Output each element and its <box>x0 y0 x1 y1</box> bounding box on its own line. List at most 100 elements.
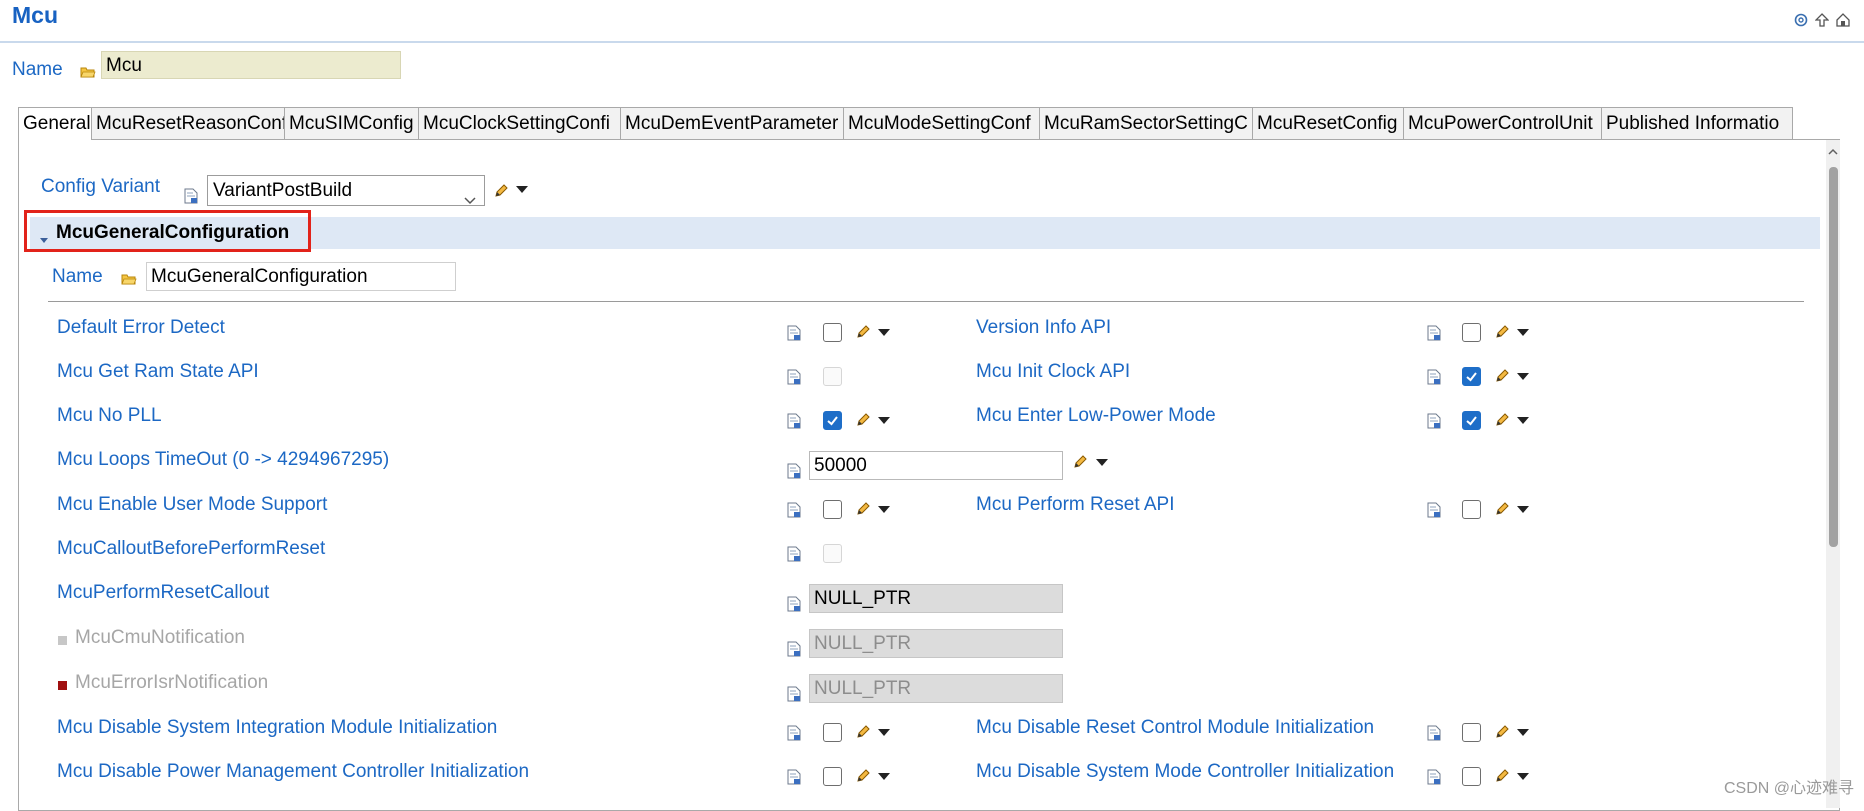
chevron-down-icon <box>464 185 476 214</box>
dropdown-arrow-icon[interactable] <box>516 186 528 194</box>
param-doc-icon[interactable] <box>184 188 198 204</box>
name-field[interactable]: Mcu <box>101 51 401 79</box>
config-variant-value: VariantPostBuild <box>213 180 353 201</box>
tab-mcu-power-control-unit[interactable]: McuPowerControlUnit <box>1403 107 1602 140</box>
dropdown-arrow-icon[interactable] <box>1517 329 1529 337</box>
dropdown-arrow-icon[interactable] <box>1096 459 1108 467</box>
param-doc-icon[interactable] <box>1427 502 1441 518</box>
dropdown-arrow-icon[interactable] <box>878 506 890 514</box>
param-checkbox[interactable] <box>1462 723 1481 742</box>
up-arrow-icon[interactable] <box>1815 12 1829 28</box>
param-doc-icon[interactable] <box>787 463 801 479</box>
pencil-icon[interactable] <box>1495 368 1510 383</box>
tab-general[interactable]: General <box>18 107 92 140</box>
param-text-field[interactable]: 50000 <box>809 451 1063 480</box>
dropdown-arrow-icon[interactable] <box>1517 729 1529 737</box>
param-doc-icon[interactable] <box>1427 369 1441 385</box>
param-checkbox[interactable] <box>823 723 842 742</box>
dropdown-arrow-icon[interactable] <box>1517 373 1529 381</box>
param-checkbox[interactable] <box>823 411 842 430</box>
dropdown-arrow-icon[interactable] <box>1517 506 1529 514</box>
param-doc-icon[interactable] <box>787 596 801 612</box>
tab-mcu-clock-setting-config[interactable]: McuClockSettingConfi <box>418 107 621 140</box>
param-label: McuCmuNotification <box>75 627 245 648</box>
config-variant-label: Config Variant <box>41 176 160 197</box>
section-name-label: Name <box>52 266 103 287</box>
param-doc-icon[interactable] <box>787 325 801 341</box>
tab-mcu-ram-sector-setting[interactable]: McuRamSectorSettingC <box>1039 107 1253 140</box>
param-doc-icon[interactable] <box>787 725 801 741</box>
param-label: McuErrorIsrNotification <box>75 672 269 693</box>
dropdown-arrow-icon[interactable] <box>878 417 890 425</box>
pencil-icon[interactable] <box>856 324 871 339</box>
pencil-icon[interactable] <box>856 768 871 783</box>
param-checkbox[interactable] <box>1462 500 1481 519</box>
folder-icon <box>121 272 137 286</box>
param-checkbox[interactable] <box>1462 411 1481 430</box>
tab-bar: General McuResetReasonConf McuSIMConfig … <box>18 107 1836 140</box>
at-icon[interactable] <box>1794 12 1808 28</box>
param-label: Mcu Init Clock API <box>976 361 1131 382</box>
param-checkbox[interactable] <box>823 323 842 342</box>
param-doc-icon[interactable] <box>787 502 801 518</box>
status-marker <box>58 681 67 690</box>
home-icon[interactable] <box>1836 12 1850 28</box>
param-doc-icon[interactable] <box>787 546 801 562</box>
param-checkbox[interactable] <box>823 767 842 786</box>
section-name-input[interactable]: McuGeneralConfiguration <box>146 262 456 291</box>
param-doc-icon[interactable] <box>787 369 801 385</box>
param-doc-icon[interactable] <box>787 641 801 657</box>
param-doc-icon[interactable] <box>1427 769 1441 785</box>
watermark: CSDN @心迹难寻 <box>1723 780 1854 797</box>
param-doc-icon[interactable] <box>787 769 801 785</box>
param-text-field: NULL_PTR <box>809 674 1063 703</box>
param-doc-icon[interactable] <box>787 686 801 702</box>
dropdown-arrow-icon[interactable] <box>1517 773 1529 781</box>
dropdown-arrow-icon[interactable] <box>878 329 890 337</box>
pencil-icon[interactable] <box>856 724 871 739</box>
param-label: Mcu Disable Reset Control Module Initial… <box>976 717 1375 738</box>
tab-mcu-reset-config[interactable]: McuResetConfig <box>1252 107 1404 140</box>
tab-mcu-mode-setting-conf[interactable]: McuModeSettingConf <box>843 107 1040 140</box>
param-doc-icon[interactable] <box>1427 725 1441 741</box>
dropdown-arrow-icon[interactable] <box>1517 417 1529 425</box>
param-label: Default Error Detect <box>57 317 225 338</box>
pencil-icon[interactable] <box>1073 454 1088 469</box>
pencil-icon[interactable] <box>1495 412 1510 427</box>
param-label: Mcu Disable System Integration Module In… <box>57 717 498 738</box>
param-checkbox[interactable] <box>823 500 842 519</box>
pencil-icon[interactable] <box>856 501 871 516</box>
param-checkbox[interactable] <box>1462 323 1481 342</box>
checkmark-icon <box>1466 372 1477 382</box>
pencil-icon[interactable] <box>1495 768 1510 783</box>
param-doc-icon[interactable] <box>787 413 801 429</box>
pencil-icon[interactable] <box>1495 501 1510 516</box>
tab-mcu-sim-config[interactable]: McuSIMConfig <box>284 107 419 140</box>
dropdown-arrow-icon[interactable] <box>878 729 890 737</box>
tab-published-information[interactable]: Published Informatio <box>1601 107 1793 140</box>
param-checkbox[interactable] <box>1462 767 1481 786</box>
pencil-icon[interactable] <box>1495 724 1510 739</box>
param-label: Mcu No PLL <box>57 405 162 426</box>
status-marker <box>58 636 67 645</box>
param-doc-icon[interactable] <box>1427 413 1441 429</box>
editor-title: Mcu <box>12 2 58 28</box>
scrollbar-thumb[interactable] <box>1829 167 1838 547</box>
tab-mcu-reset-reason-conf[interactable]: McuResetReasonConf <box>91 107 285 140</box>
param-checkbox[interactable] <box>1462 367 1481 386</box>
dropdown-arrow-icon[interactable] <box>878 773 890 781</box>
config-variant-select[interactable]: VariantPostBuild <box>207 175 485 206</box>
param-label: Mcu Enter Low-Power Mode <box>976 405 1216 426</box>
pencil-icon[interactable] <box>494 183 509 198</box>
checkmark-icon <box>1466 416 1477 426</box>
pencil-icon[interactable] <box>1495 324 1510 339</box>
param-checkbox <box>823 367 842 386</box>
param-doc-icon[interactable] <box>1427 325 1441 341</box>
param-label: Mcu Disable System Mode Controller Initi… <box>976 761 1395 782</box>
param-label: Mcu Loops TimeOut (0 -> 4294967295) <box>57 449 390 470</box>
pencil-icon[interactable] <box>856 412 871 427</box>
tab-mcu-dem-event-parameter[interactable]: McuDemEventParameter <box>620 107 844 140</box>
param-text-field: NULL_PTR <box>809 629 1063 658</box>
param-text-field: NULL_PTR <box>809 584 1063 613</box>
scroll-up-icon[interactable] <box>1828 144 1838 155</box>
